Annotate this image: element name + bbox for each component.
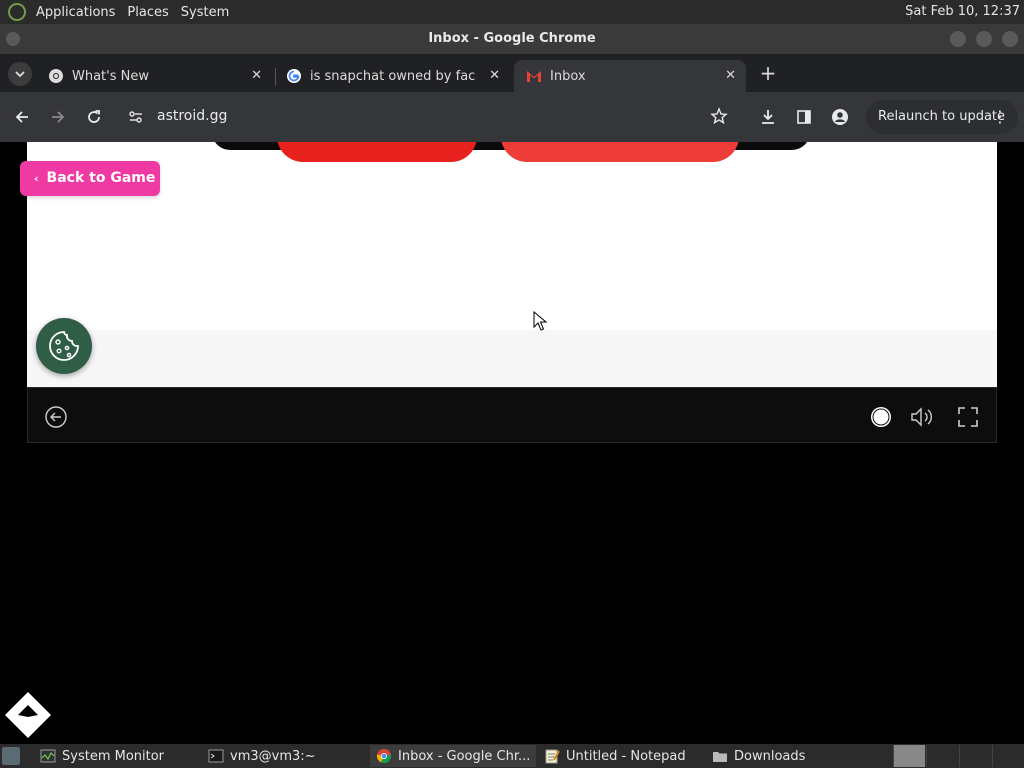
record-icon[interactable]	[868, 404, 894, 430]
taskbar-item-chrome[interactable]: Inbox - Google Chr...	[370, 745, 536, 767]
volume-icon[interactable]	[909, 404, 935, 430]
more-menu-icon[interactable]: ⋮	[992, 100, 1008, 134]
fullscreen-icon[interactable]	[955, 404, 981, 430]
system-monitor-icon	[40, 748, 56, 764]
terminal-icon	[208, 748, 224, 764]
show-desktop-icon[interactable]	[2, 747, 20, 765]
taskbar-label: vm3@vm3:~	[230, 748, 316, 764]
top-panel: Applications Places System Sat Feb 10, 1…	[0, 0, 1024, 24]
address-bar[interactable]: astroid.gg	[118, 100, 742, 134]
menu-system[interactable]: System	[175, 5, 235, 20]
workspace-1[interactable]	[893, 745, 925, 767]
back-to-game-label: Back to Game	[46, 170, 156, 186]
window-menu-icon[interactable]	[6, 32, 20, 46]
close-tab-icon[interactable]: ✕	[489, 68, 500, 83]
folder-icon	[712, 748, 728, 764]
taskbar-item-system-monitor[interactable]: System Monitor	[34, 745, 198, 767]
game-frame[interactable]	[27, 142, 997, 387]
reload-icon[interactable]	[82, 105, 106, 129]
taskbar-item-terminal[interactable]: vm3@vm3:~	[202, 745, 366, 767]
clock[interactable]: Sat Feb 10, 12:37	[905, 4, 1020, 19]
relaunch-label: Relaunch to update	[878, 109, 1006, 124]
download-icon[interactable]	[756, 105, 780, 129]
workspace-2[interactable]	[926, 745, 958, 767]
url-text[interactable]: astroid.gg	[157, 108, 227, 124]
taskbar-item-notepad[interactable]: Untitled - Notepad	[538, 745, 702, 767]
tab-inbox[interactable]: Inbox ✕	[514, 60, 746, 92]
chrome-icon	[376, 748, 392, 764]
menu-applications[interactable]: Applications	[30, 5, 121, 20]
back-to-game-button[interactable]: ‹ Back to Game	[20, 161, 160, 196]
workspace-4[interactable]	[992, 745, 1024, 767]
new-tab-button[interactable]: +	[758, 62, 778, 86]
exit-arrow-icon[interactable]	[43, 404, 69, 430]
tab-snapchat-search[interactable]: is snapchat owned by facebook ✕	[274, 60, 510, 92]
page-viewport: ‹ Back to Game	[0, 142, 1024, 744]
maximize-icon[interactable]	[976, 31, 992, 47]
menu-places[interactable]: Places	[121, 5, 174, 20]
gmail-icon	[526, 68, 542, 84]
tab-search-button[interactable]	[8, 62, 32, 86]
chrome-icon	[48, 68, 64, 84]
tab-title: What's New	[72, 68, 149, 84]
tab-title: is snapchat owned by facebook	[310, 68, 476, 84]
back-arrow-icon[interactable]	[10, 105, 34, 129]
tab-whats-new[interactable]: What's New ✕	[36, 60, 272, 92]
taskbar-label: Untitled - Notepad	[566, 748, 686, 764]
game-footer-strip	[27, 330, 997, 387]
chevron-down-icon	[15, 71, 25, 78]
close-window-icon[interactable]	[1002, 31, 1018, 47]
mouse-cursor-icon	[533, 311, 547, 331]
window-title: Inbox - Google Chrome	[428, 31, 596, 46]
chevron-left-icon: ‹	[34, 172, 39, 185]
taskbar-label: System Monitor	[62, 748, 165, 764]
window-titlebar[interactable]: Inbox - Google Chrome	[0, 24, 1024, 54]
cookie-settings-button[interactable]	[36, 318, 92, 374]
cookie-icon	[49, 331, 79, 361]
tab-title: Inbox	[550, 68, 586, 84]
taskbar-label: Downloads	[734, 748, 806, 764]
relaunch-to-update-button[interactable]: Relaunch to update ⋮	[866, 100, 1018, 134]
tab-strip: What's New ✕ is snapchat owned by facebo…	[0, 54, 1024, 92]
taskbar: System Monitor vm3@vm3:~ Inbox - Google …	[0, 744, 1024, 768]
game-red-button-secondary[interactable]	[501, 142, 739, 162]
taskbar-item-downloads[interactable]: Downloads	[706, 745, 870, 767]
workspace-3[interactable]	[959, 745, 991, 767]
profile-icon[interactable]	[828, 105, 852, 129]
forward-arrow-icon[interactable]	[46, 105, 70, 129]
close-tab-icon[interactable]: ✕	[725, 68, 736, 83]
notepad-icon	[544, 748, 560, 764]
site-diamond-logo-icon[interactable]	[4, 691, 52, 739]
player-controls-bar	[27, 387, 997, 443]
game-red-button[interactable]	[277, 142, 477, 162]
minimize-icon[interactable]	[950, 31, 966, 47]
bookmark-star-icon[interactable]	[710, 107, 728, 129]
side-panel-icon[interactable]	[792, 105, 816, 129]
desktop-logo-icon[interactable]	[8, 3, 26, 21]
site-settings-icon[interactable]	[128, 109, 144, 129]
taskbar-label: Inbox - Google Chr...	[398, 748, 531, 764]
close-tab-icon[interactable]: ✕	[251, 68, 262, 83]
browser-toolbar: astroid.gg Relaunch to update ⋮	[0, 92, 1024, 142]
google-icon	[286, 68, 302, 84]
